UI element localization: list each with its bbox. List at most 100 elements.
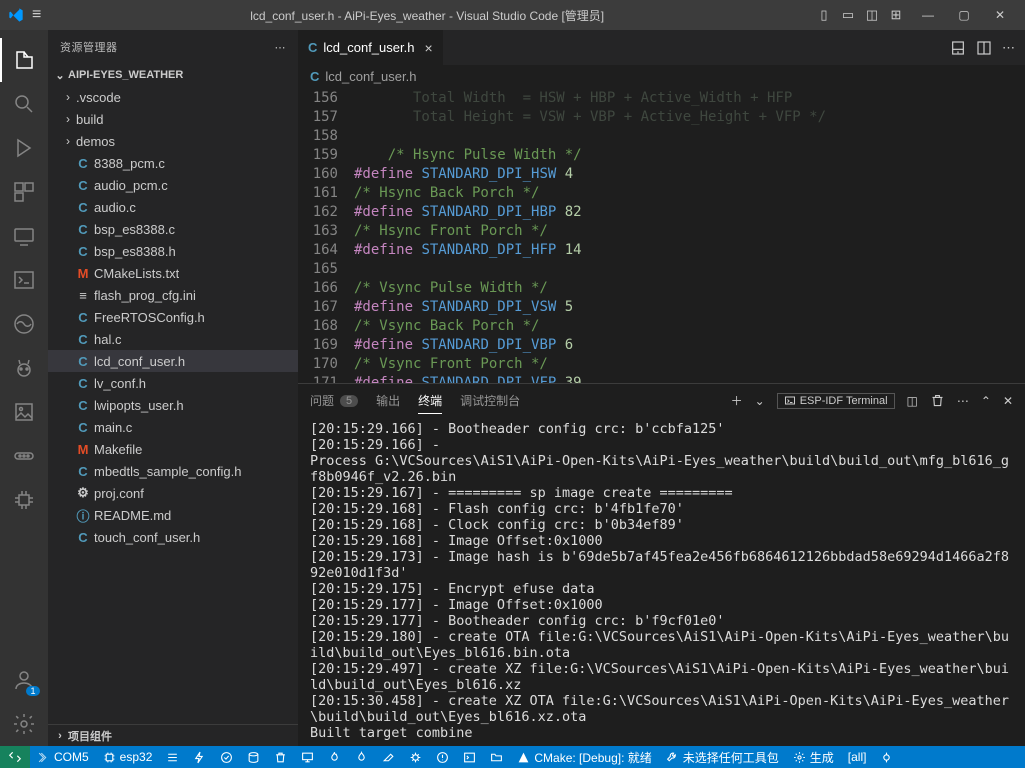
tree-item[interactable]: Clv_conf.h xyxy=(48,372,298,394)
new-terminal-icon[interactable]: ＋ xyxy=(731,392,743,409)
tree-item[interactable]: Cmbedtls_sample_config.h xyxy=(48,460,298,482)
sb-folder-icon[interactable] xyxy=(483,746,510,768)
sb-cylinder-icon[interactable] xyxy=(240,746,267,768)
build-target[interactable]: [all] xyxy=(841,746,874,768)
file-name: touch_conf_user.h xyxy=(94,530,200,545)
sb-trash-icon[interactable] xyxy=(267,746,294,768)
terminal-dropdown-icon[interactable]: ⌄ xyxy=(755,394,765,408)
sidebar-footer[interactable]: › 项目组件 xyxy=(48,724,298,746)
toolkit-status[interactable]: 未选择任何工具包 xyxy=(659,746,786,768)
file-name: .vscode xyxy=(76,90,121,105)
sb-fire-icon[interactable] xyxy=(321,746,348,768)
file-name: lv_conf.h xyxy=(94,376,146,391)
file-name: lwipopts_user.h xyxy=(94,398,184,413)
tree-item[interactable]: Cbsp_es8388.c xyxy=(48,218,298,240)
tree-item[interactable]: ≡flash_prog_cfg.ini xyxy=(48,284,298,306)
chip-icon[interactable] xyxy=(0,478,48,522)
sb-monitor-icon[interactable] xyxy=(294,746,321,768)
more-actions-icon[interactable]: ⋯ xyxy=(1002,40,1015,56)
tree-item[interactable]: ⚙proj.conf xyxy=(48,482,298,504)
chevron-up-icon[interactable]: ⌃ xyxy=(981,394,991,408)
problems-tab[interactable]: 问题5 xyxy=(310,392,358,409)
minimize-button[interactable]: — xyxy=(911,3,945,27)
close-tab-icon[interactable]: × xyxy=(424,40,432,56)
sonarlint-icon[interactable] xyxy=(0,302,48,346)
tree-item[interactable]: Chal.c xyxy=(48,328,298,350)
code-content[interactable]: Total Width = HSW + HBP + Active_Width +… xyxy=(354,87,1025,383)
settings-gear-icon[interactable] xyxy=(0,702,48,746)
sb-terminal-icon[interactable] xyxy=(456,746,483,768)
tree-item[interactable]: Caudio_pcm.c xyxy=(48,174,298,196)
tree-item[interactable]: MMakefile xyxy=(48,438,298,460)
code-editor[interactable]: 1561571581591601611621631641651661671681… xyxy=(298,87,1025,383)
tree-item[interactable]: Clwipopts_user.h xyxy=(48,394,298,416)
image-icon[interactable] xyxy=(0,390,48,434)
extensions-icon[interactable] xyxy=(0,170,48,214)
sidebar-more-icon[interactable]: ⋯ xyxy=(275,41,287,54)
output-tab[interactable]: 输出 xyxy=(376,392,400,409)
breadcrumbs[interactable]: C lcd_conf_user.h xyxy=(298,65,1025,87)
menu-icon[interactable]: ≡ xyxy=(32,6,41,24)
chevron-right-icon: › xyxy=(52,730,68,742)
sb-flame-icon[interactable] xyxy=(348,746,375,768)
tree-item[interactable]: Cbsp_es8388.h xyxy=(48,240,298,262)
run-file-icon[interactable] xyxy=(950,40,966,56)
trash-icon[interactable] xyxy=(930,393,945,408)
explorer-icon[interactable] xyxy=(0,38,48,82)
tree-item[interactable]: ›demos xyxy=(48,130,298,152)
debug-console-tab[interactable]: 调试控制台 xyxy=(460,392,520,409)
layout-btn-3[interactable]: ◫ xyxy=(861,4,883,26)
tree-item[interactable]: Ctouch_conf_user.h xyxy=(48,526,298,548)
layout-btn-2[interactable]: ▭ xyxy=(837,4,859,26)
close-panel-icon[interactable]: ✕ xyxy=(1003,394,1013,408)
split-terminal-icon[interactable]: ◫ xyxy=(907,394,918,408)
layout-btn-4[interactable]: ⊞ xyxy=(885,4,907,26)
terminal-tab[interactable]: 终端 xyxy=(418,392,442,414)
titlebar: ≡ lcd_conf_user.h - AiPi-Eyes_weather - … xyxy=(0,0,1025,30)
sb-debug-icon[interactable] xyxy=(402,746,429,768)
tab-bar: C lcd_conf_user.h × ⋯ xyxy=(298,30,1025,65)
esp-terminal-badge[interactable]: ESP-IDF Terminal xyxy=(777,393,895,409)
sidebar-project[interactable]: ⌄ AIPI-EYES_WEATHER xyxy=(48,64,298,86)
close-button[interactable]: ✕ xyxy=(983,3,1017,27)
tree-item[interactable]: Clcd_conf_user.h xyxy=(48,350,298,372)
file-name: bsp_es8388.c xyxy=(94,222,175,237)
problems-count: 5 xyxy=(340,395,358,407)
tree-item[interactable]: CFreeRTOSConfig.h xyxy=(48,306,298,328)
tree-item[interactable]: Caudio.c xyxy=(48,196,298,218)
split-editor-icon[interactable] xyxy=(976,40,992,56)
serial-icon[interactable] xyxy=(0,434,48,478)
com-port[interactable]: COM5 xyxy=(30,746,96,768)
file-name: hal.c xyxy=(94,332,121,347)
sb-run-icon[interactable] xyxy=(873,746,900,768)
cmake-status[interactable]: CMake: [Debug]: 就绪 xyxy=(510,746,658,768)
layout-btn-1[interactable]: ▯ xyxy=(813,4,835,26)
search-icon[interactable] xyxy=(0,82,48,126)
sb-check-icon[interactable] xyxy=(213,746,240,768)
file-type-icon: C xyxy=(74,376,92,391)
maximize-button[interactable]: ▢ xyxy=(947,3,981,27)
tab-lcd-conf[interactable]: C lcd_conf_user.h × xyxy=(298,30,444,65)
terminal-output[interactable]: [20:15:29.166] - Bootheader config crc: … xyxy=(298,417,1025,746)
terminal-icon[interactable] xyxy=(0,258,48,302)
tree-item[interactable]: ›.vscode xyxy=(48,86,298,108)
c-file-icon: C xyxy=(308,40,317,55)
tree-item[interactable]: Cmain.c xyxy=(48,416,298,438)
sb-erase-icon[interactable] xyxy=(375,746,402,768)
more-terminal-icon[interactable]: ⋯ xyxy=(957,394,969,408)
build-status[interactable]: 生成 xyxy=(786,746,841,768)
target-chip[interactable]: esp32 xyxy=(96,746,160,768)
tree-item[interactable]: MCMakeLists.txt xyxy=(48,262,298,284)
run-icon[interactable] xyxy=(0,126,48,170)
remote-indicator[interactable] xyxy=(0,746,30,768)
tree-item[interactable]: C8388_pcm.c xyxy=(48,152,298,174)
sb-flash-icon[interactable] xyxy=(186,746,213,768)
sb-warn-icon[interactable] xyxy=(429,746,456,768)
platformio-icon[interactable] xyxy=(0,346,48,390)
tree-item[interactable]: ⓘREADME.md xyxy=(48,504,298,526)
accounts-icon[interactable]: 1 xyxy=(0,658,48,702)
tree-item[interactable]: ›build xyxy=(48,108,298,130)
vscode-icon xyxy=(8,7,24,23)
sb-icon-1[interactable] xyxy=(159,746,186,768)
remote-icon[interactable] xyxy=(0,214,48,258)
